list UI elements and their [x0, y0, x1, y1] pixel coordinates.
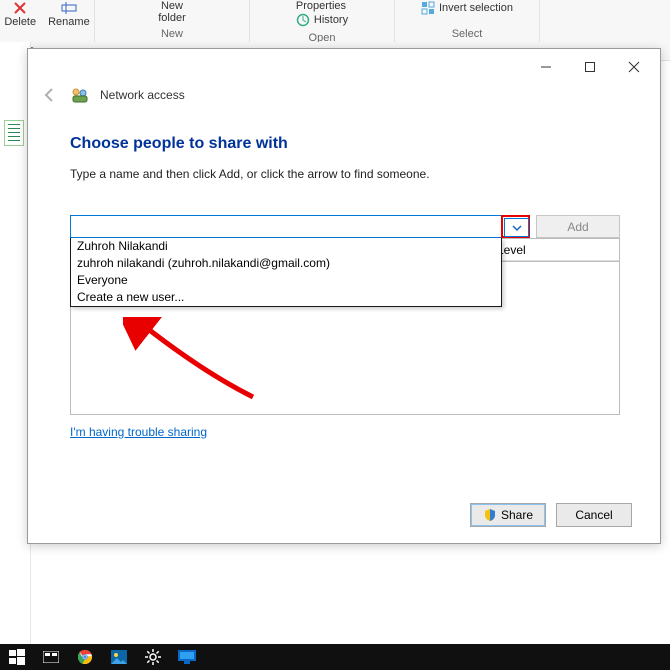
share-name-input[interactable]	[70, 215, 501, 238]
ribbon-rename[interactable]: Rename	[42, 0, 96, 28]
dropdown-item-user2[interactable]: zuhroh nilakandi (zuhroh.nilakandi@gmail…	[71, 255, 501, 272]
share-button-label: Share	[501, 508, 533, 522]
taskbar-taskview[interactable]	[34, 644, 68, 670]
file-thumbnail[interactable]	[4, 120, 24, 146]
taskbar-photos[interactable]	[102, 644, 136, 670]
chrome-icon	[77, 649, 93, 665]
minimize-button[interactable]	[524, 53, 568, 81]
share-dropdown-list: Zuhroh Nilakandi zuhroh nilakandi (zuhro…	[70, 238, 502, 307]
taskbar-chrome[interactable]	[68, 644, 102, 670]
dialog-content: Choose people to share with Type a name …	[70, 135, 620, 238]
dropdown-item-user1[interactable]: Zuhroh Nilakandi	[71, 238, 501, 255]
rename-icon	[61, 0, 77, 16]
close-button[interactable]	[612, 53, 656, 81]
ribbon-invert-label: Invert selection	[439, 2, 513, 14]
photos-icon	[111, 650, 127, 664]
network-access-icon	[70, 86, 90, 104]
ribbon-new-folder[interactable]: New folder	[145, 0, 199, 24]
uac-shield-icon	[483, 508, 497, 522]
dialog-footer: Share Cancel	[470, 503, 632, 527]
back-button[interactable]	[40, 85, 60, 105]
add-button[interactable]: Add	[536, 215, 620, 238]
taskbar	[0, 644, 670, 670]
windows-icon	[9, 649, 25, 665]
annotation-arrow	[123, 317, 273, 407]
taskbar-settings[interactable]	[136, 644, 170, 670]
share-button[interactable]: Share	[470, 503, 546, 527]
explorer-ribbon: Delete Rename New folder New Properties	[0, 0, 670, 43]
trouble-sharing-link[interactable]: I'm having trouble sharing	[70, 425, 207, 439]
ribbon-rename-label: Rename	[48, 16, 90, 28]
dropdown-item-everyone[interactable]: Everyone	[71, 272, 501, 289]
dropdown-item-create-user[interactable]: Create a new user...	[71, 289, 501, 306]
delete-icon	[12, 0, 28, 16]
ribbon-delete[interactable]: Delete	[0, 0, 42, 28]
permission-level-header[interactable]: Level	[490, 238, 620, 262]
ribbon-invert-selection[interactable]: Invert selection	[415, 0, 519, 16]
share-combo: Add	[70, 215, 620, 238]
ribbon-history[interactable]: History	[290, 12, 354, 28]
cancel-button[interactable]: Cancel	[556, 503, 632, 527]
ribbon-newfolder-l1: New	[161, 0, 183, 12]
ribbon-newfolder-l2: folder	[158, 12, 186, 24]
invert-icon	[421, 1, 435, 15]
combo-highlight	[501, 215, 530, 238]
dialog-nav: Network access	[40, 85, 185, 105]
ribbon-group-select: Select	[452, 24, 483, 40]
dialog-title: Network access	[100, 88, 185, 102]
gear-icon	[145, 649, 161, 665]
window-controls	[524, 53, 656, 81]
combo-dropdown-button[interactable]	[504, 218, 529, 237]
ribbon-properties-label: Properties	[296, 0, 346, 12]
ribbon-group-new: New	[161, 24, 183, 40]
start-button[interactable]	[0, 644, 34, 670]
ribbon-history-label: History	[314, 14, 348, 26]
maximize-button[interactable]	[568, 53, 612, 81]
dialog-instruction: Type a name and then click Add, or click…	[70, 167, 620, 181]
monitor-icon	[178, 650, 196, 664]
network-access-dialog: Network access Choose people to share wi…	[27, 48, 661, 544]
history-icon	[296, 13, 310, 27]
ribbon-delete-label: Delete	[4, 16, 36, 28]
taskbar-app[interactable]	[170, 644, 204, 670]
ribbon-properties[interactable]: Properties	[290, 0, 352, 12]
dialog-heading: Choose people to share with	[70, 135, 620, 153]
chevron-down-icon	[512, 223, 522, 233]
taskview-icon	[43, 651, 59, 663]
